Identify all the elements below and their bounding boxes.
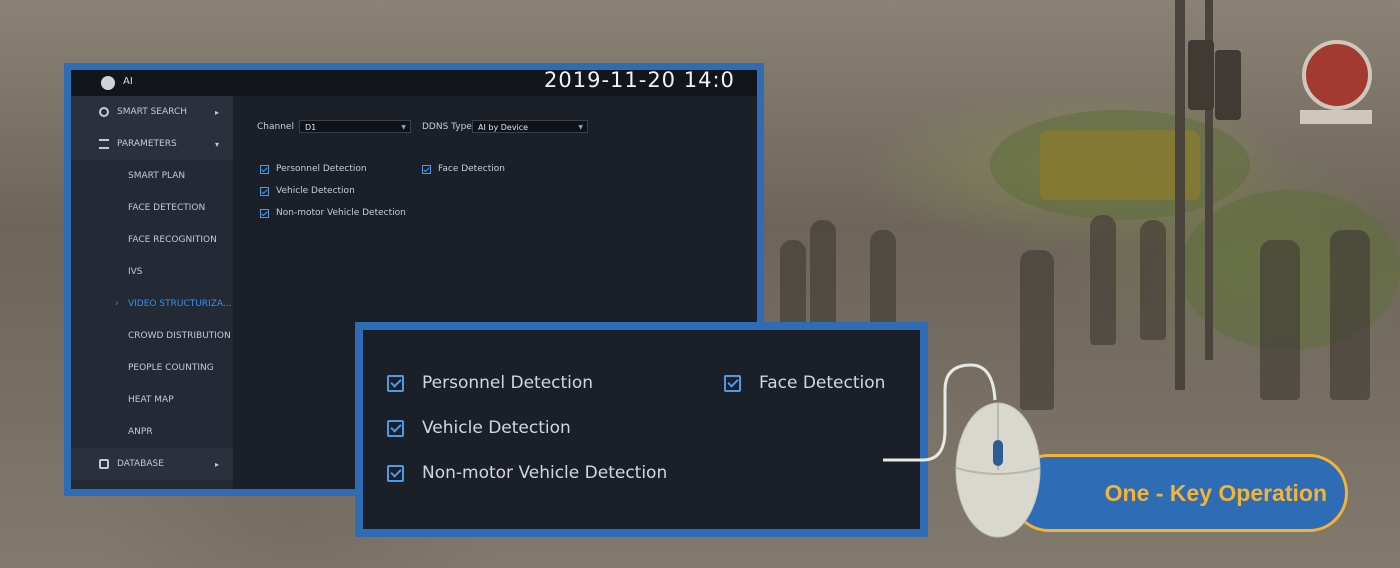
zoom-personnel-detection-checkbox[interactable]: Personnel Detection [387, 373, 593, 393]
sidebar-item-database[interactable]: DATABASE ▸ [71, 448, 233, 480]
sidebar-item-smart-plan[interactable]: SMART PLAN [71, 160, 233, 192]
sidebar-item-people-counting[interactable]: PEOPLE COUNTING [71, 352, 233, 384]
ai-brain-icon [101, 76, 115, 90]
caret-down-icon: ▾ [214, 139, 219, 149]
checkbox-checked-icon [260, 186, 269, 196]
channel-label: Channel [257, 122, 294, 132]
face-detection-checkbox[interactable]: Face Detection [422, 164, 505, 174]
checkbox-checked-icon [387, 374, 404, 392]
sidebar-item-anpr[interactable]: ANPR [71, 416, 233, 448]
one-key-operation-badge: One - Key Operation [1010, 454, 1348, 532]
datetime-overlay: 2019-11-20 14:0 [544, 68, 735, 92]
checkbox-checked-icon [387, 419, 404, 437]
dropdown-arrow-icon: ▼ [401, 124, 406, 131]
dropdown-arrow-icon: ▼ [578, 124, 583, 131]
sidebar-item-crowd-distribution[interactable]: CROWD DISTRIBUTION [71, 320, 233, 352]
sidebar-item-video-structurization[interactable]: › VIDEO STRUCTURIZA... [71, 288, 233, 320]
window-title: AI [123, 76, 133, 87]
sidebar-item-parameters[interactable]: PARAMETERS ▾ [71, 128, 233, 160]
caret-right-icon: ▸ [214, 459, 219, 469]
mouse-icon [955, 402, 1041, 538]
sidebar: SMART SEARCH ▸ PARAMETERS ▾ SMART PLAN F… [71, 96, 233, 489]
checkbox-checked-icon [724, 374, 741, 392]
ddns-type-label: DDNS Type [422, 122, 472, 132]
checkbox-checked-icon [422, 164, 431, 174]
selected-marker-icon: › [115, 299, 119, 309]
sidebar-item-ivs[interactable]: IVS [71, 256, 233, 288]
personnel-detection-checkbox[interactable]: Personnel Detection [260, 164, 367, 174]
vehicle-detection-checkbox[interactable]: Vehicle Detection [260, 186, 355, 196]
checkbox-checked-icon [387, 464, 404, 482]
zoomed-checkbox-panel: Personnel Detection Face Detection Vehic… [355, 322, 928, 537]
non-motor-vehicle-detection-checkbox[interactable]: Non-motor Vehicle Detection [260, 208, 406, 218]
sidebar-item-smart-search[interactable]: SMART SEARCH ▸ [71, 96, 233, 128]
list-icon [99, 139, 109, 149]
sidebar-item-face-recognition[interactable]: FACE RECOGNITION [71, 224, 233, 256]
checkbox-checked-icon [260, 164, 269, 174]
one-key-operation-label: One - Key Operation [1104, 479, 1327, 506]
search-icon [99, 107, 109, 117]
caret-right-icon: ▸ [214, 107, 219, 117]
sidebar-item-heat-map[interactable]: HEAT MAP [71, 384, 233, 416]
ddns-type-select[interactable]: AI by Device ▼ [472, 120, 588, 133]
database-icon [99, 459, 109, 469]
zoom-non-motor-vehicle-detection-checkbox[interactable]: Non-motor Vehicle Detection [387, 463, 667, 483]
zoom-face-detection-checkbox[interactable]: Face Detection [724, 373, 885, 393]
sidebar-item-face-detection[interactable]: FACE DETECTION [71, 192, 233, 224]
checkbox-checked-icon [260, 208, 269, 218]
zoom-vehicle-detection-checkbox[interactable]: Vehicle Detection [387, 418, 571, 438]
channel-select[interactable]: D1 ▼ [299, 120, 411, 133]
